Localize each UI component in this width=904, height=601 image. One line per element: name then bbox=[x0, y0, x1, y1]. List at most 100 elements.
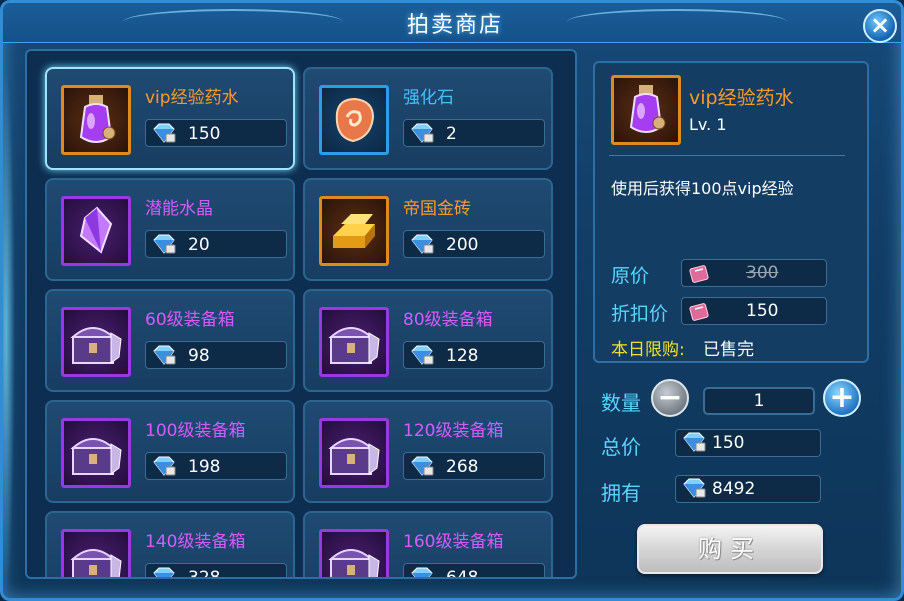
item-price-box: 200 bbox=[403, 230, 545, 258]
item-name: 强化石 bbox=[403, 88, 454, 108]
chest-icon bbox=[70, 549, 122, 577]
item-card-lv80-equipment-chest[interactable]: 80级装备箱 128 bbox=[303, 289, 553, 392]
item-price: 198 bbox=[188, 457, 221, 477]
item-card-lv120-equipment-chest[interactable]: 120级装备箱 268 bbox=[303, 400, 553, 503]
item-price: 268 bbox=[446, 457, 479, 477]
item-icon-frame bbox=[61, 85, 131, 155]
item-card-lv60-equipment-chest[interactable]: 60级装备箱 98 bbox=[45, 289, 295, 392]
item-price-box: 150 bbox=[145, 119, 287, 147]
item-price: 328 bbox=[188, 568, 221, 579]
plus-icon: + bbox=[829, 380, 855, 415]
item-icon-frame bbox=[61, 307, 131, 377]
detail-item-icon-frame bbox=[611, 75, 681, 145]
item-name: 潜能水晶 bbox=[145, 199, 213, 219]
item-card-imperial-gold-brick[interactable]: 帝国金砖 200 bbox=[303, 178, 553, 281]
item-detail-panel: vip经验药水 Lv. 1 使用后获得100点vip经验 原价 300 折扣价 … bbox=[593, 61, 869, 363]
item-name: 60级装备箱 bbox=[145, 310, 235, 330]
item-icon-frame bbox=[61, 196, 131, 266]
discount-price-value: 150 bbox=[746, 301, 779, 321]
item-list[interactable]: vip经验药水 150 强化石 2 潜能水晶 20 帝国金砖 200 60级装备… bbox=[25, 49, 577, 579]
close-button[interactable]: × bbox=[863, 9, 897, 43]
diamond-icon bbox=[153, 345, 176, 365]
item-name: 80级装备箱 bbox=[403, 310, 493, 330]
item-icon-frame bbox=[61, 418, 131, 488]
item-price: 98 bbox=[188, 346, 210, 366]
diamond-icon bbox=[411, 234, 434, 254]
discount-price-label: 折扣价 bbox=[611, 303, 669, 325]
item-price-box: 268 bbox=[403, 452, 545, 480]
item-icon-frame bbox=[319, 85, 389, 155]
crystal-icon bbox=[79, 206, 113, 254]
item-price-box: 198 bbox=[145, 452, 287, 480]
item-price: 128 bbox=[446, 346, 479, 366]
item-price: 2 bbox=[446, 124, 457, 144]
chest-icon bbox=[70, 327, 122, 364]
ticket-icon bbox=[689, 303, 709, 321]
diamond-icon bbox=[153, 123, 176, 143]
item-icon-frame bbox=[319, 196, 389, 266]
daily-limit-value: 已售完 bbox=[703, 340, 754, 360]
item-card-potential-crystal[interactable]: 潜能水晶 20 bbox=[45, 178, 295, 281]
owned-label: 拥有 bbox=[601, 481, 641, 505]
item-icon-frame bbox=[61, 529, 131, 577]
chest-icon bbox=[328, 438, 380, 475]
auction-shop-window: 拍卖商店 × vip经验药水 150 强化石 2 潜能水晶 20 帝国金砖 20… bbox=[0, 0, 904, 601]
diamond-icon bbox=[411, 456, 434, 476]
item-price-box: 328 bbox=[145, 563, 287, 579]
item-price-box: 128 bbox=[403, 341, 545, 369]
window-edge-glow bbox=[3, 63, 15, 598]
item-card-lv140-equipment-chest[interactable]: 140级装备箱 328 bbox=[45, 511, 295, 579]
chest-icon bbox=[328, 549, 380, 577]
quantity-increase-button[interactable]: + bbox=[823, 379, 861, 417]
item-name: vip经验药水 bbox=[145, 88, 239, 108]
minus-icon: − bbox=[657, 380, 683, 415]
original-price-field: 300 bbox=[681, 259, 827, 287]
close-icon: × bbox=[869, 11, 891, 39]
owned-field: 8492 bbox=[675, 475, 821, 503]
chest-icon bbox=[70, 438, 122, 475]
item-price: 200 bbox=[446, 235, 479, 255]
quantity-label: 数量 bbox=[601, 391, 641, 415]
item-price-box: 20 bbox=[145, 230, 287, 258]
item-card-enhance-stone[interactable]: 强化石 2 bbox=[303, 67, 553, 170]
window-title: 拍卖商店 bbox=[406, 13, 503, 38]
item-name: 120级装备箱 bbox=[403, 421, 504, 441]
total-field: 150 bbox=[675, 429, 821, 457]
detail-item-level: Lv. 1 bbox=[689, 115, 727, 134]
potion-icon bbox=[79, 95, 116, 143]
stone-icon bbox=[335, 97, 375, 143]
title-bar: 拍卖商店 bbox=[3, 3, 901, 43]
daily-limit-label: 本日限购: bbox=[611, 340, 685, 360]
diamond-icon bbox=[153, 567, 175, 577]
item-icon-frame bbox=[319, 418, 389, 488]
item-icon-frame bbox=[319, 529, 389, 577]
diamond-icon bbox=[411, 567, 433, 577]
buy-button[interactable]: 购买 bbox=[637, 524, 823, 574]
item-price-box: 98 bbox=[145, 341, 287, 369]
quantity-decrease-button[interactable]: − bbox=[651, 379, 689, 417]
total-label: 总价 bbox=[601, 435, 641, 459]
item-price: 20 bbox=[188, 235, 210, 255]
item-price-box: 648 bbox=[403, 563, 545, 579]
item-price: 150 bbox=[188, 124, 221, 144]
diamond-icon bbox=[153, 456, 176, 476]
detail-description: 使用后获得100点vip经验 bbox=[611, 179, 794, 198]
item-card-lv160-equipment-chest[interactable]: 160级装备箱 648 bbox=[303, 511, 553, 579]
item-icon-frame bbox=[319, 307, 389, 377]
diamond-icon bbox=[411, 123, 434, 143]
item-price-box: 2 bbox=[403, 119, 545, 147]
item-card-vip-exp-potion[interactable]: vip经验药水 150 bbox=[45, 67, 295, 170]
owned-value: 8492 bbox=[712, 479, 756, 499]
item-price: 648 bbox=[446, 568, 479, 579]
item-name: 帝国金砖 bbox=[403, 199, 471, 219]
item-card-lv100-equipment-chest[interactable]: 100级装备箱 198 bbox=[45, 400, 295, 503]
detail-divider bbox=[609, 155, 845, 156]
discount-price-field: 150 bbox=[681, 297, 827, 325]
detail-item-name: vip经验药水 bbox=[689, 87, 794, 109]
diamond-icon bbox=[683, 478, 706, 498]
item-name: 160级装备箱 bbox=[403, 532, 504, 552]
original-price-label: 原价 bbox=[611, 265, 650, 287]
quantity-input[interactable]: 1 bbox=[703, 387, 815, 415]
ticket-icon bbox=[689, 265, 709, 283]
item-name: 100级装备箱 bbox=[145, 421, 246, 441]
